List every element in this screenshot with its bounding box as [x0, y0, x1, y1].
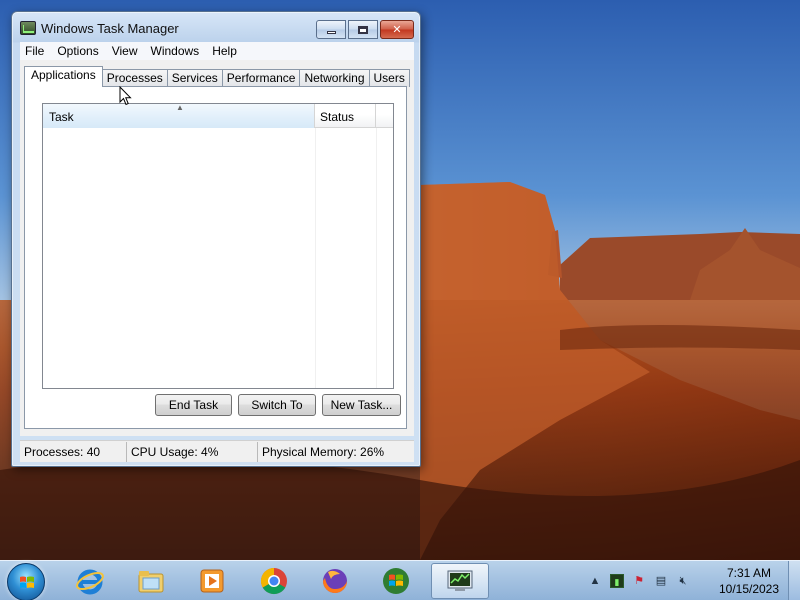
minimize-icon [326, 31, 336, 34]
firefox-icon [323, 569, 347, 593]
windows-logo-icon [383, 568, 409, 594]
switch-to-button[interactable]: Switch To [238, 394, 316, 416]
menu-windows[interactable]: Windows [146, 44, 208, 58]
window-title: Windows Task Manager [41, 21, 179, 36]
task-manager-window: Windows Task Manager ✕ File Options View… [11, 11, 421, 467]
taskbar-chrome[interactable] [245, 563, 303, 599]
tab-users[interactable]: Users [368, 69, 410, 87]
tab-services[interactable]: Services [166, 69, 223, 87]
taskbar-firefox[interactable] [306, 563, 364, 599]
column-divider [315, 128, 316, 388]
close-button[interactable]: ✕ [380, 20, 414, 39]
clock-date: 10/15/2023 [718, 582, 780, 596]
menu-options[interactable]: Options [52, 44, 106, 58]
taskbar-internet-explorer[interactable] [61, 563, 119, 599]
clock-time: 7:31 AM [726, 566, 772, 580]
tab-applications[interactable]: Applications [24, 66, 103, 87]
taskbar-task-manager[interactable] [431, 563, 489, 599]
column-status-label: Status [320, 110, 355, 124]
status-processes: Processes: 40 [20, 441, 127, 462]
internet-explorer-icon [76, 569, 104, 595]
start-button[interactable] [7, 563, 45, 600]
tab-performance[interactable]: Performance [221, 69, 301, 87]
column-divider [376, 128, 377, 388]
taskbar: ▲ ▮ ⚑ ▤ 🔇︎ 7:31 AM 10/15/2023 [0, 560, 800, 600]
close-icon: ✕ [392, 24, 402, 36]
menu-help[interactable]: Help [207, 44, 245, 58]
task-manager-app-icon [20, 21, 36, 35]
tab-networking[interactable]: Networking [299, 69, 370, 87]
tab-strip: Applications Processes Services Performa… [24, 66, 410, 87]
notification-area: ▲ ▮ ⚑ ▤ 🔇︎ [588, 561, 690, 600]
column-header-task[interactable]: ▲ Task [43, 103, 315, 128]
maximize-icon [358, 25, 368, 34]
taskbar-windows-app[interactable] [367, 563, 425, 599]
chrome-icon [260, 567, 287, 595]
show-desktop-button[interactable] [788, 561, 800, 600]
action-center-flag-icon[interactable]: ⚑ [632, 574, 646, 588]
applications-panel: ▲ Task Status End Task Switch To New Tas… [24, 86, 407, 429]
volume-muted-icon[interactable]: 🔇︎ [676, 574, 690, 588]
title-bar[interactable]: Windows Task Manager ✕ [12, 12, 420, 42]
clock[interactable]: 7:31 AM 10/15/2023 [712, 565, 786, 597]
menu-view[interactable]: View [107, 44, 146, 58]
taskbar-media-player[interactable] [183, 563, 241, 599]
client-area: Applications Processes Services Performa… [20, 60, 414, 436]
network-icon[interactable]: ▤ [654, 574, 668, 588]
column-header-status[interactable]: Status [315, 104, 376, 128]
menu-bar: File Options View Windows Help [20, 42, 414, 60]
task-list-header: ▲ Task Status [43, 103, 393, 128]
status-cpu-usage: CPU Usage: 4% [127, 441, 258, 462]
media-player-icon [200, 569, 224, 593]
mouse-cursor-icon [119, 86, 132, 106]
task-manager-tray-icon[interactable]: ▮ [610, 574, 624, 588]
maximize-button[interactable] [348, 20, 378, 39]
end-task-button[interactable]: End Task [155, 394, 232, 416]
show-hidden-icons-icon[interactable]: ▲ [588, 574, 602, 588]
task-list[interactable]: ▲ Task Status [42, 103, 394, 389]
status-bar: Processes: 40 CPU Usage: 4% Physical Mem… [20, 440, 414, 462]
tab-processes[interactable]: Processes [101, 69, 168, 87]
minimize-button[interactable] [316, 20, 346, 39]
task-manager-icon [447, 570, 473, 591]
status-physical-memory: Physical Memory: 26% [262, 444, 385, 459]
sort-ascending-icon: ▲ [176, 103, 184, 112]
new-task-button[interactable]: New Task... [322, 394, 401, 416]
taskbar-windows-explorer[interactable] [122, 563, 180, 599]
menu-file[interactable]: File [20, 44, 52, 58]
windows-explorer-icon [138, 571, 164, 593]
column-task-label: Task [49, 110, 74, 124]
windows-flag-icon [20, 576, 34, 588]
